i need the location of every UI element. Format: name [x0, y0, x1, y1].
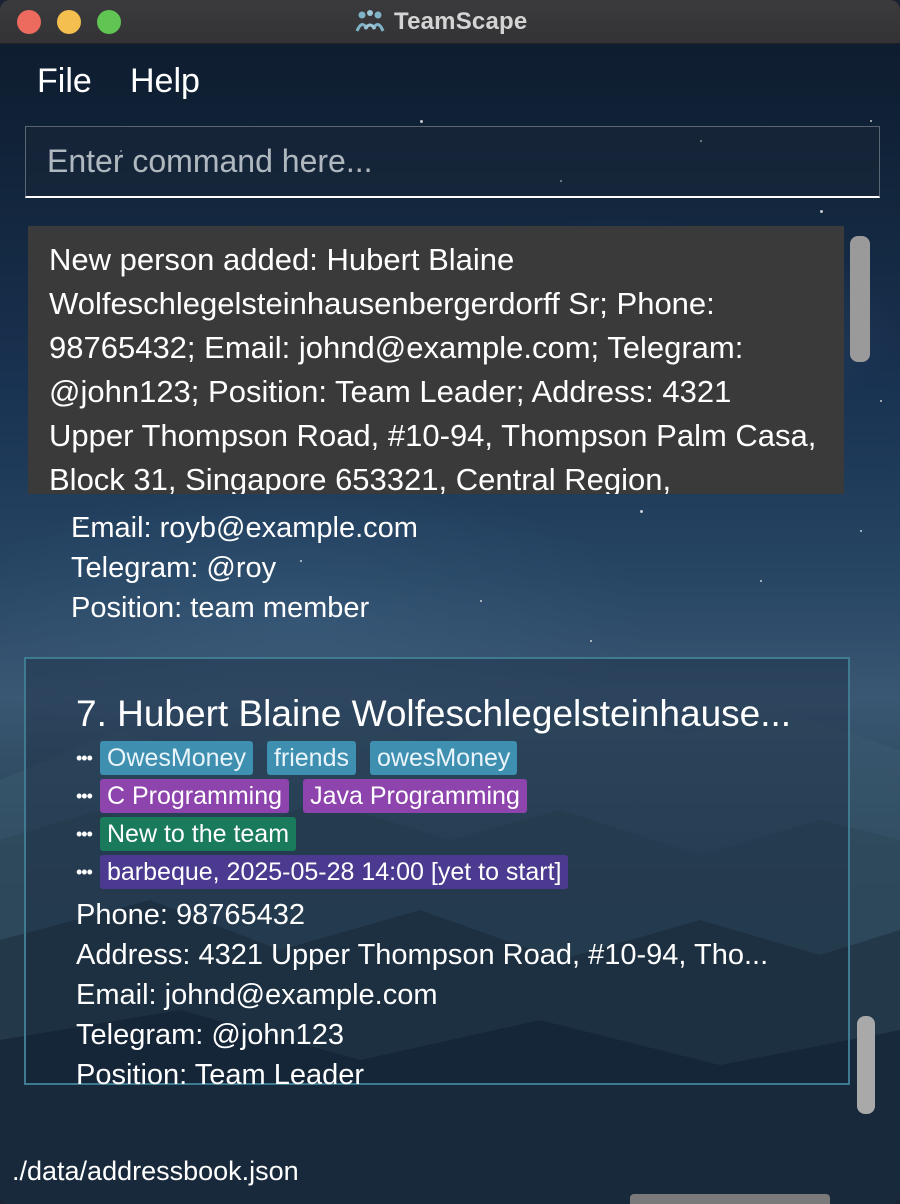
menu-help[interactable]: Help — [130, 62, 200, 101]
person-details: Phone: 98765432 Address: 4321 Upper Thom… — [76, 895, 768, 1095]
remarks-row-icon: ••• — [76, 823, 93, 844]
person-email: Email: johnd@example.com — [76, 979, 438, 1011]
person-list: Email: royb@example.com Telegram: @roy P… — [0, 494, 900, 1150]
event-label: barbeque, 2025-05-28 14:00 [yet to start… — [100, 855, 569, 889]
person-name: 7. Hubert Blaine Wolfeschlegelsteinhause… — [76, 693, 792, 734]
team-logo-icon — [355, 10, 385, 32]
menu-bar: File Help — [0, 44, 900, 124]
menu-file[interactable]: File — [37, 62, 92, 101]
maximize-window-button[interactable] — [97, 10, 121, 34]
app-window: TeamScape File Help New person added: Hu… — [0, 0, 900, 1204]
minimize-window-button[interactable] — [57, 10, 81, 34]
command-input[interactable] — [26, 127, 879, 196]
title-bar: TeamScape — [0, 0, 900, 44]
person-telegram: Telegram: @roy — [71, 552, 277, 584]
result-scrollbar[interactable] — [850, 236, 870, 362]
events-row-icon: ••• — [76, 861, 93, 882]
status-bar: ./data/addressbook.json — [0, 1150, 900, 1204]
tag-label: owesMoney — [370, 741, 518, 775]
horizontal-scrollbar[interactable] — [630, 1194, 830, 1204]
window-title-group: TeamScape — [354, 8, 527, 36]
person-list-scrollbar[interactable] — [857, 1016, 875, 1114]
remark-label: New to the team — [100, 817, 297, 851]
tag-label: OwesMoney — [100, 741, 253, 775]
save-file-path: ./data/addressbook.json — [12, 1156, 299, 1186]
person-position: Position: team member — [71, 592, 370, 624]
skills-row: ••• C Programming Java Programming — [76, 779, 541, 813]
tags-row: ••• OwesMoney friends owesMoney — [76, 741, 531, 775]
tags-row-icon: ••• — [76, 747, 93, 768]
person-phone: Phone: 98765432 — [76, 899, 305, 931]
skill-label: C Programming — [100, 779, 290, 813]
person-card-selected[interactable]: 7. Hubert Blaine Wolfeschlegelsteinhause… — [24, 657, 850, 1091]
remarks-row: ••• New to the team — [76, 817, 310, 851]
result-text: New person added: Hubert Blaine Wolfesch… — [49, 242, 817, 494]
skills-row-icon: ••• — [76, 785, 93, 806]
close-window-button[interactable] — [17, 10, 41, 34]
skill-label: Java Programming — [303, 779, 527, 813]
window-title: TeamScape — [394, 8, 528, 35]
person-email: Email: royb@example.com — [71, 512, 418, 544]
events-row: ••• barbeque, 2025-05-28 14:00 [yet to s… — [76, 855, 582, 889]
person-position: Position: Team Leader — [76, 1059, 365, 1091]
person-telegram: Telegram: @john123 — [76, 1019, 345, 1051]
person-address: Address: 4321 Upper Thompson Road, #10-9… — [76, 939, 769, 971]
tag-label: friends — [266, 741, 356, 775]
result-display: New person added: Hubert Blaine Wolfesch… — [28, 226, 844, 494]
person-card-partial: Email: royb@example.com Telegram: @roy P… — [71, 508, 418, 628]
command-box — [25, 126, 880, 198]
